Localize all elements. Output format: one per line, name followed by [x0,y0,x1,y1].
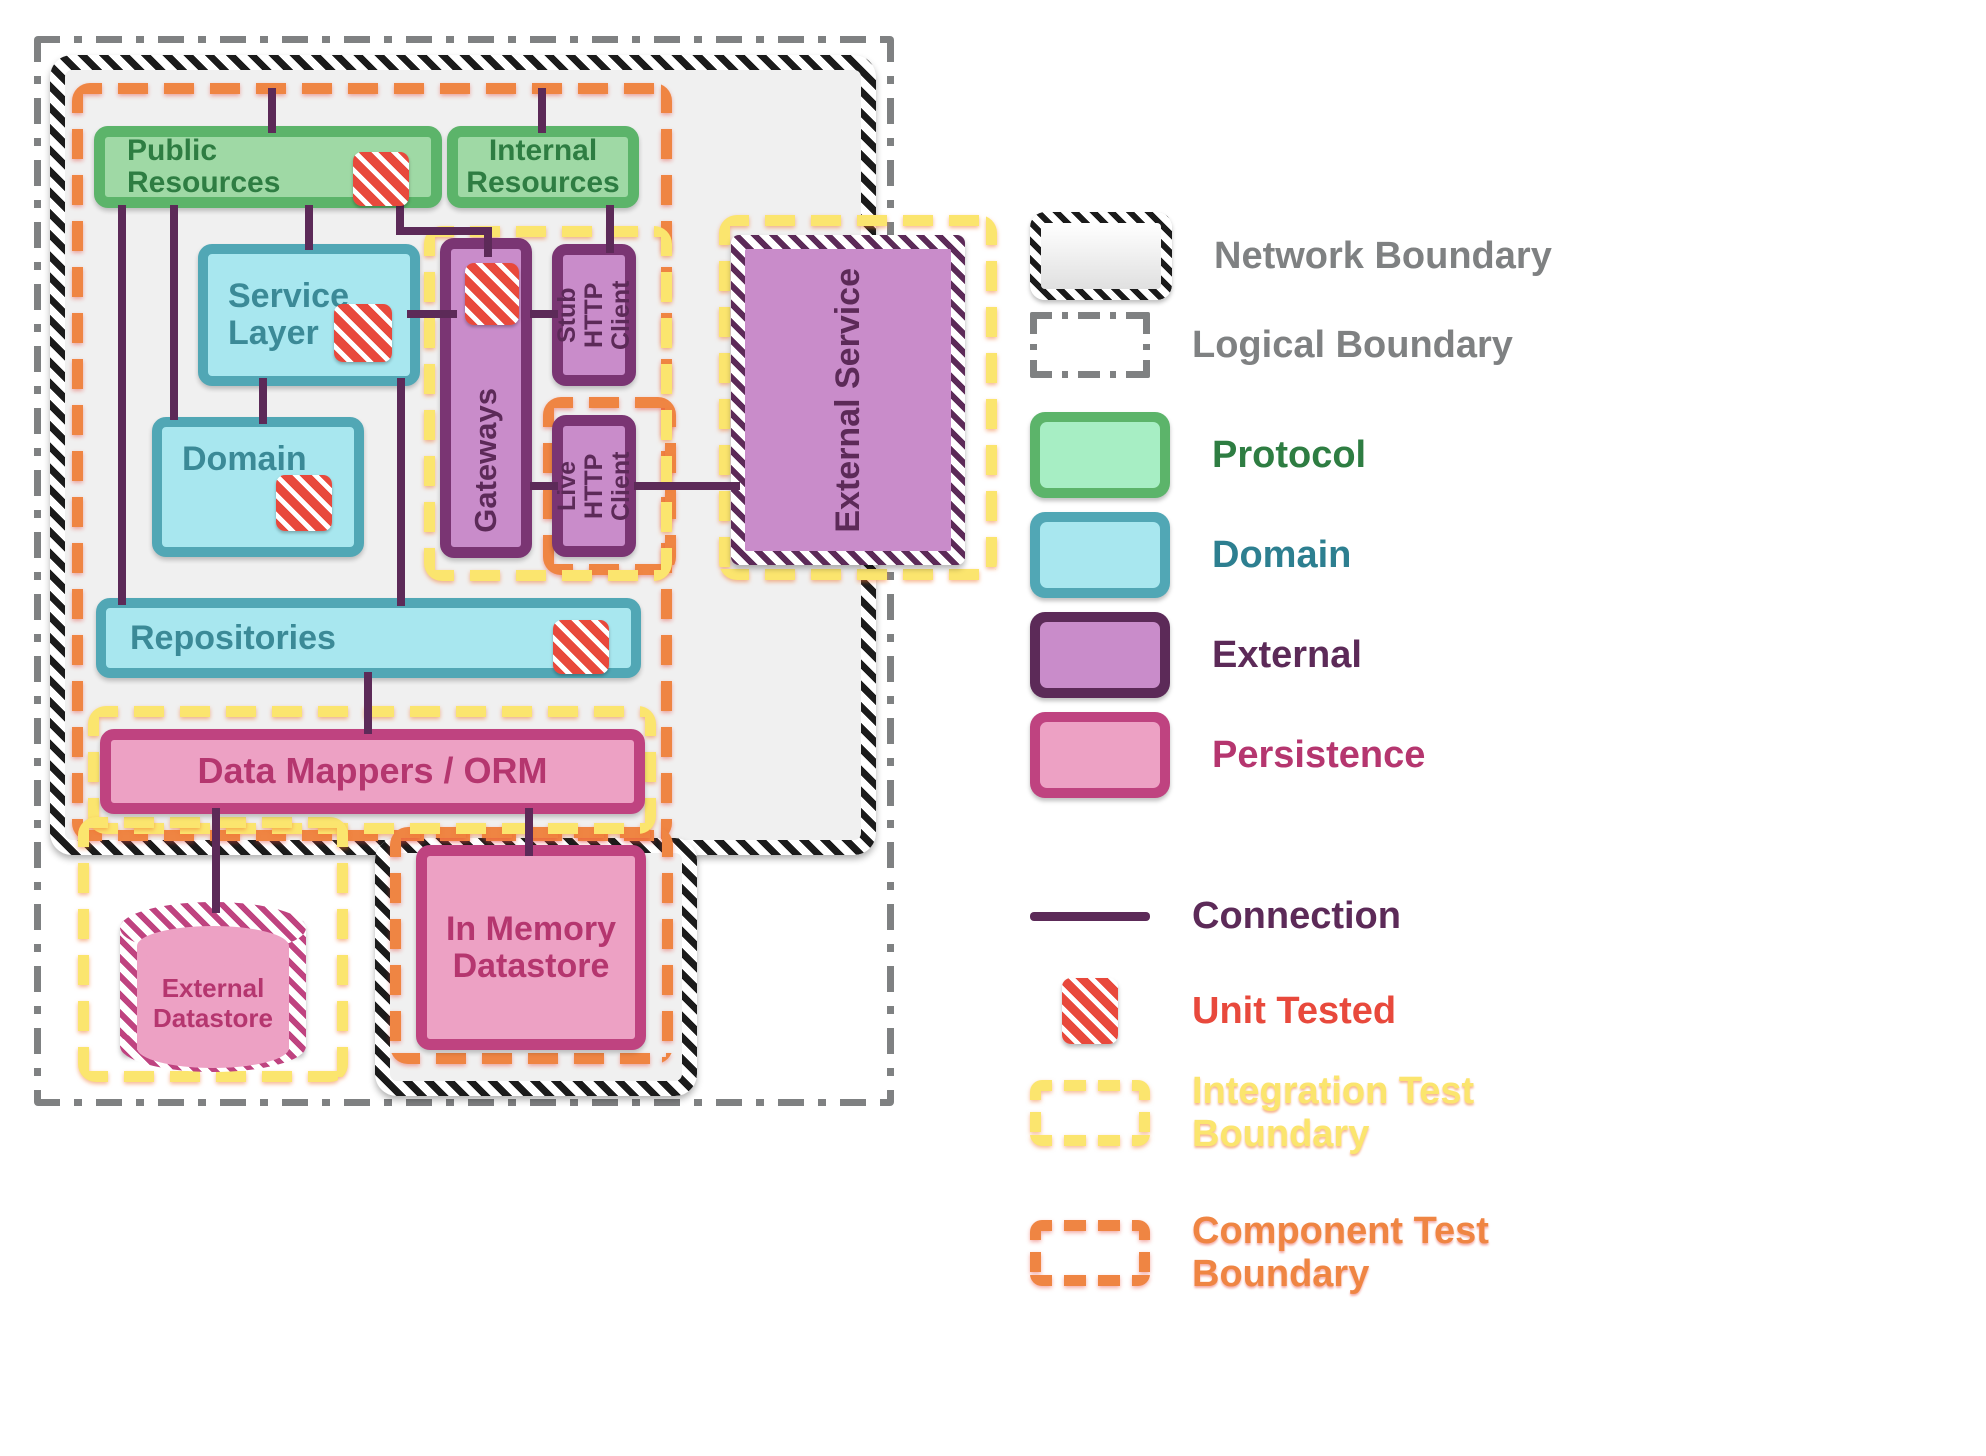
node-external-service[interactable]: External Service [745,249,951,551]
node-gateways[interactable]: Gateways [440,238,532,558]
domain-swatch-icon [1030,512,1170,598]
legend-item-integration-boundary[interactable]: Integration Test Boundary [1030,1070,1474,1155]
node-service-layer-label: Service Layer [228,277,349,352]
node-internal-resources-label: Internal Resources [466,133,620,199]
node-public-resources[interactable]: Public Resources [94,126,442,208]
node-external-datastore[interactable]: External Datastore [120,902,306,1072]
connection-service-to-gateways [407,310,457,318]
node-external-datastore-label-wrap: External Datastore [120,954,306,1054]
legend-label: Connection [1192,895,1401,937]
unit-tested-icon [465,263,519,325]
node-data-mappers-orm-label: Data Mappers / ORM [197,750,548,792]
legend-label: Persistence [1212,733,1426,776]
connection-public-to-repositories [118,205,126,605]
connection-repositories-to-mappers [364,672,372,734]
connection-service-to-repositories [397,378,405,606]
node-public-resources-label: Public Resources [127,133,281,199]
legend-label: External [1212,633,1362,676]
legend-item-protocol[interactable]: Protocol [1030,412,1366,498]
node-in-memory-datastore-label: In Memory Datastore [445,909,617,985]
node-service-layer[interactable]: Service Layer [198,244,420,386]
unit-tested-icon [334,304,392,362]
connection-public-to-service [305,205,313,250]
external-swatch-icon [1030,612,1170,698]
legend-item-persistence[interactable]: Persistence [1030,712,1425,798]
unit-tested-icon [553,620,609,674]
connection-public-to-gateways-horz [396,227,492,235]
legend-label: Integration Test Boundary [1192,1070,1475,1155]
network-boundary-swatch-icon [1030,212,1172,300]
legend-label: Domain [1212,533,1352,576]
unit-tested-icon [276,475,332,531]
logical-boundary-swatch-icon [1030,312,1150,378]
node-repositories-label: Repositories [130,618,336,657]
node-domain[interactable]: Domain [152,417,364,557]
connection-mappers-to-inmemory [525,808,533,856]
node-in-memory-datastore[interactable]: In Memory Datastore [416,845,646,1050]
legend-item-domain[interactable]: Domain [1030,512,1351,598]
legend-item-unit-tested[interactable]: Unit Tested [1030,978,1396,1044]
node-data-mappers-orm[interactable]: Data Mappers / ORM [100,729,645,814]
protocol-swatch-icon [1030,412,1170,498]
node-live-http-client-label: Live HTTP Client [552,451,635,521]
node-external-datastore-label: External Datastore [153,973,273,1033]
node-stub-http-client-label: Stub HTTP Client [552,280,635,350]
connection-line-swatch-icon [1030,911,1150,921]
component-boundary-swatch-icon [1030,1219,1150,1286]
legend-label: Network Boundary [1214,234,1552,277]
connection-mappers-to-external-datastore [212,808,220,913]
legend-label: Protocol [1212,433,1367,476]
legend-label: Logical Boundary [1192,323,1513,366]
connection-top-internal [538,88,546,133]
legend-item-external[interactable]: External [1030,612,1362,698]
node-internal-resources[interactable]: Internal Resources [447,126,639,208]
legend-label: Unit Tested [1192,989,1397,1032]
connection-live-to-external-service [634,482,740,490]
unit-tested-swatch-icon [1062,978,1118,1044]
node-stub-http-client[interactable]: Stub HTTP Client [552,244,636,386]
legend-item-logical-boundary[interactable]: Logical Boundary [1030,312,1513,378]
legend-item-connection[interactable]: Connection [1030,895,1401,938]
connection-gateways-drop [484,227,492,257]
connection-service-to-domain [259,378,267,424]
connection-internal-to-stub-vert [606,205,614,253]
connection-public-to-domain [170,205,178,420]
legend-label: Component Test Boundary [1192,1210,1489,1295]
legend-item-network-boundary[interactable]: Network Boundary [1030,212,1552,300]
persistence-swatch-icon [1030,712,1170,798]
node-repositories[interactable]: Repositories [96,598,641,678]
legend-item-component-boundary[interactable]: Component Test Boundary [1030,1210,1489,1295]
node-external-service-label: External Service [828,267,867,533]
unit-tested-icon [353,152,409,206]
integration-boundary-swatch-icon [1030,1079,1150,1146]
node-domain-label: Domain [182,440,307,478]
node-live-http-client[interactable]: Live HTTP Client [552,415,636,557]
connection-top-public [268,88,276,133]
node-gateways-label: Gateways [468,388,504,533]
